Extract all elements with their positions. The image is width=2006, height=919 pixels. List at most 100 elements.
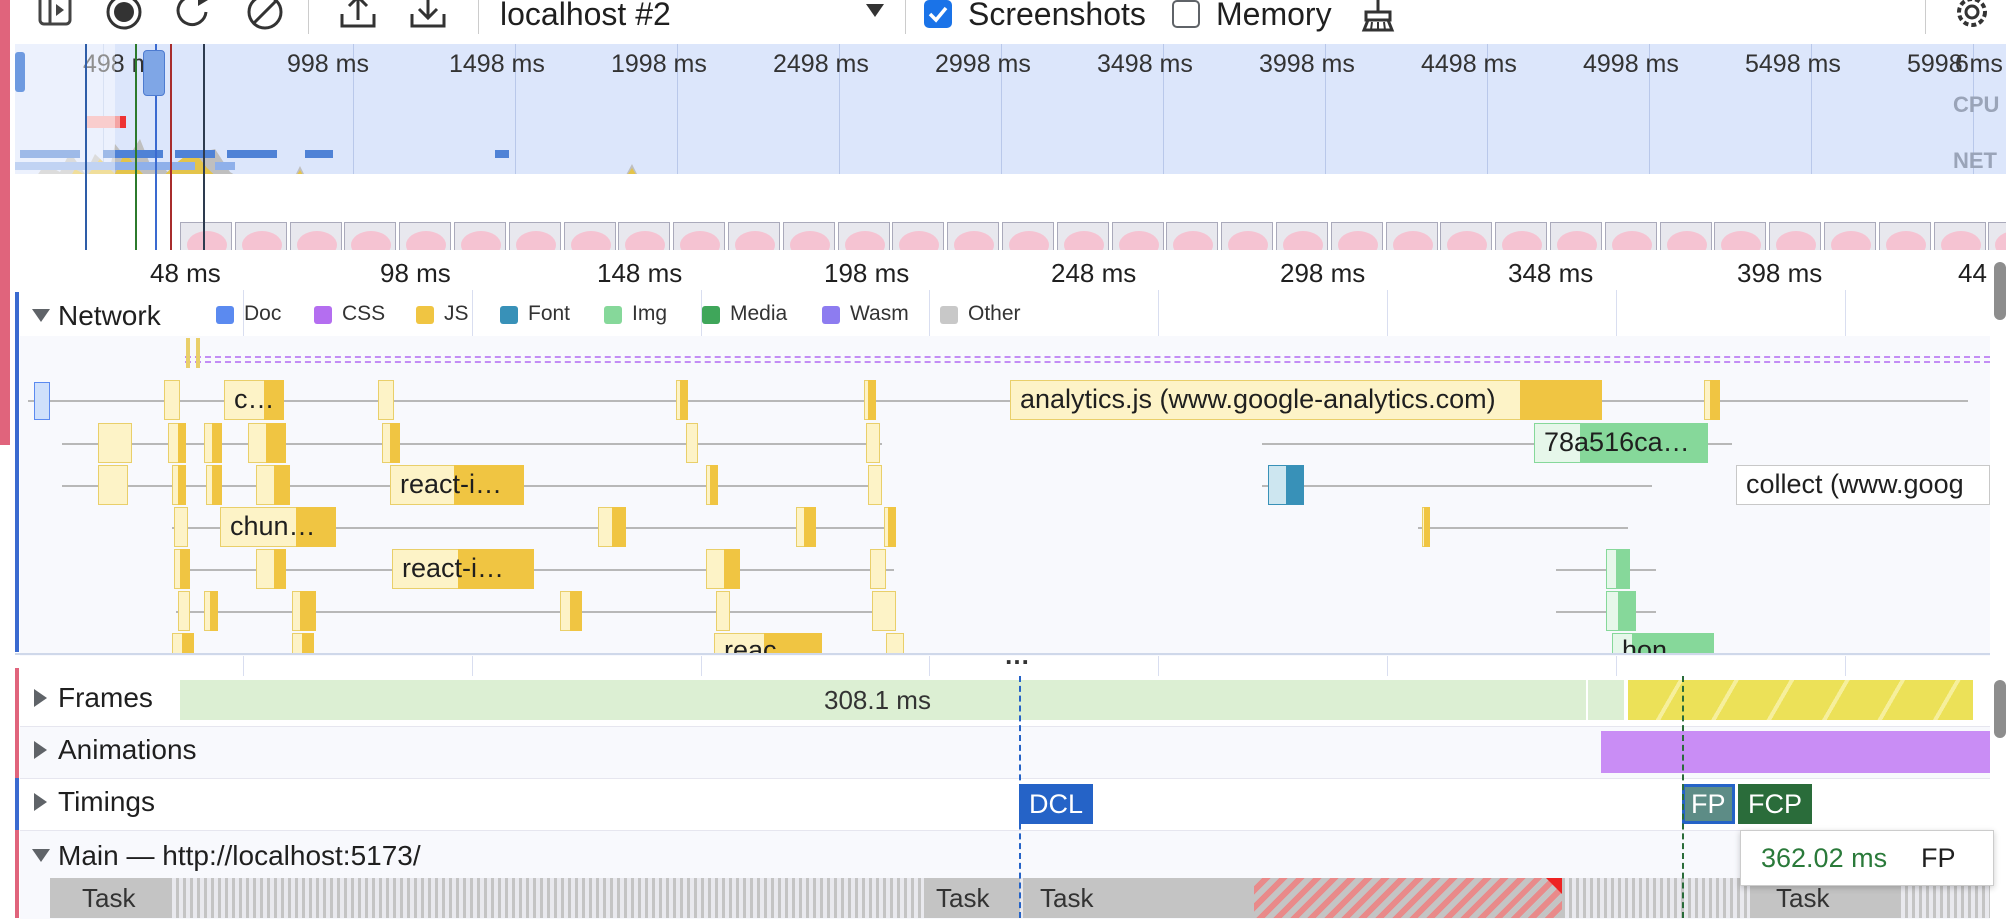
target-select[interactable]: localhost #2 (488, 0, 888, 34)
network-request[interactable] (870, 549, 886, 589)
timings-expand-icon[interactable] (34, 793, 47, 811)
screenshot-thumbnail[interactable] (1878, 222, 1931, 250)
network-request[interactable] (98, 423, 132, 463)
frame-bar[interactable]: 308.1 ms (180, 680, 1586, 720)
network-request[interactable] (248, 423, 286, 463)
screenshot-thumbnail[interactable] (892, 222, 945, 250)
sidebar-toggle-icon[interactable] (36, 0, 80, 30)
network-request[interactable] (196, 338, 200, 368)
network-request[interactable] (716, 591, 730, 631)
screenshot-thumbnail[interactable] (1166, 222, 1219, 250)
network-request[interactable] (98, 465, 128, 505)
network-request[interactable]: collect (www.goog (1736, 465, 1990, 505)
network-request[interactable] (686, 423, 698, 463)
network-collapse-icon[interactable] (32, 309, 50, 322)
screenshot-thumbnail[interactable] (180, 222, 232, 250)
network-request[interactable] (172, 633, 194, 653)
selection-handle-left[interactable] (15, 52, 25, 92)
screenshot-thumbnail[interactable] (1659, 222, 1712, 250)
network-request[interactable] (868, 465, 882, 505)
network-request[interactable] (164, 380, 180, 420)
screenshot-thumbnail[interactable] (837, 222, 890, 250)
screenshot-thumbnail[interactable] (563, 222, 616, 250)
screenshot-thumbnail[interactable] (344, 222, 397, 250)
screenshot-thumbnail[interactable] (1769, 222, 1822, 250)
network-request[interactable] (1606, 591, 1636, 631)
broom-icon[interactable] (1356, 0, 1400, 32)
screenshot-thumbnail[interactable] (947, 222, 1000, 250)
record-icon[interactable] (104, 0, 148, 30)
network-request[interactable]: c… (224, 380, 284, 420)
screenshot-thumbnail[interactable] (454, 222, 506, 250)
screenshot-thumbnail[interactable] (1495, 222, 1548, 250)
network-request[interactable]: hon (1612, 633, 1714, 653)
fcp-marker[interactable]: FCP (1738, 784, 1812, 824)
dcl-marker[interactable]: DCL (1019, 784, 1094, 824)
clear-icon[interactable] (245, 0, 289, 30)
main-collapse-icon[interactable] (32, 849, 50, 862)
network-request[interactable] (172, 465, 186, 505)
network-request[interactable]: chun… (220, 507, 336, 547)
screenshot-thumbnail[interactable] (399, 222, 452, 250)
track-resizer[interactable] (15, 653, 1990, 655)
network-request[interactable] (1704, 380, 1720, 420)
network-request[interactable] (206, 465, 222, 505)
network-request[interactable] (378, 380, 394, 420)
task-block[interactable]: Task (52, 878, 172, 918)
network-request[interactable] (706, 465, 718, 505)
network-request[interactable] (174, 507, 188, 547)
screenshots-checkbox[interactable] (924, 0, 952, 28)
animations-expand-icon[interactable] (34, 741, 47, 759)
screenshot-thumbnail[interactable] (1221, 222, 1274, 250)
network-request[interactable] (676, 380, 688, 420)
network-request[interactable] (598, 507, 626, 547)
network-request[interactable] (204, 591, 218, 631)
upload-icon[interactable] (338, 0, 382, 30)
network-request[interactable] (204, 423, 222, 463)
selection-handle-right[interactable] (143, 50, 165, 96)
network-request[interactable] (560, 591, 582, 631)
network-request[interactable] (186, 338, 190, 368)
network-request[interactable] (34, 382, 50, 420)
screenshot-thumbnail[interactable] (1385, 222, 1438, 250)
network-request[interactable] (796, 507, 816, 547)
screenshot-thumbnail[interactable] (673, 222, 726, 250)
network-request[interactable] (706, 549, 740, 589)
task-block[interactable]: Task (924, 878, 1020, 918)
screenshot-thumbnail[interactable] (1056, 222, 1109, 250)
network-request[interactable] (178, 591, 190, 631)
selection-window[interactable] (15, 44, 115, 250)
network-request[interactable] (886, 633, 904, 653)
network-scrollbar[interactable] (1994, 262, 2006, 320)
reload-record-icon[interactable] (174, 0, 218, 30)
tracks-scrollbar[interactable] (1994, 680, 2006, 738)
screenshot-thumbnail[interactable] (1550, 222, 1602, 250)
screenshot-thumbnail[interactable] (1824, 222, 1876, 250)
settings-gear-icon[interactable] (1950, 0, 1994, 30)
network-request[interactable] (256, 549, 286, 589)
screenshot-thumbnail[interactable] (289, 222, 342, 250)
network-request[interactable] (864, 380, 876, 420)
network-request[interactable] (884, 507, 896, 547)
screenshot-thumbnail[interactable] (1988, 222, 2006, 250)
network-request[interactable] (382, 423, 400, 463)
network-request[interactable]: analytics.js (www.google-analytics.com) (1010, 380, 1602, 420)
screenshot-thumbnail[interactable] (1330, 222, 1383, 250)
frame-bars-dropped[interactable] (1628, 680, 1973, 720)
network-request[interactable] (1268, 465, 1304, 505)
task-block[interactable]: Task (1024, 878, 1254, 918)
network-request[interactable]: react-i… (390, 465, 524, 505)
screenshot-thumbnail[interactable] (1604, 222, 1657, 250)
network-request[interactable] (292, 633, 314, 653)
screenshot-thumbnail[interactable] (618, 222, 671, 250)
network-request[interactable] (174, 549, 190, 589)
network-request[interactable] (1422, 507, 1430, 547)
screenshot-thumbnail[interactable] (508, 222, 561, 250)
network-request[interactable] (168, 423, 186, 463)
network-request[interactable]: 78a516ca… (1534, 423, 1708, 463)
frame-bar[interactable] (1588, 680, 1624, 720)
screenshot-thumbnail[interactable] (234, 222, 287, 250)
screenshot-thumbnail[interactable] (1440, 222, 1493, 250)
network-request[interactable]: reac (714, 633, 822, 653)
screenshot-thumbnail[interactable] (782, 222, 835, 250)
